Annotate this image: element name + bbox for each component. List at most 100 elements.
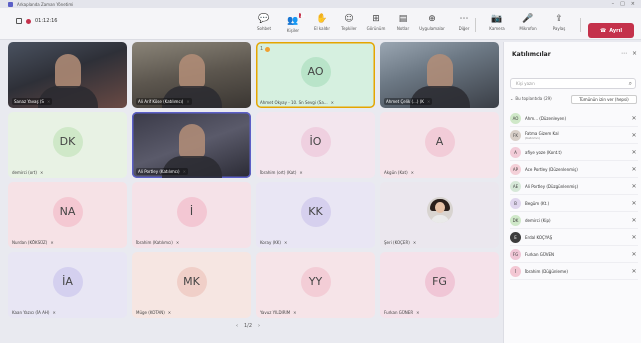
notes-button[interactable]: ▤ Notlar <box>391 14 415 32</box>
participant-tile[interactable]: A Akgün (Kat) ✕ <box>380 112 499 178</box>
mic-muted-icon[interactable]: ✕ <box>630 115 638 122</box>
avatar: İO <box>300 126 331 157</box>
toolbar-button-label: Sohbet <box>256 26 272 31</box>
participant-tile[interactable]: İ İbrahim (Katılımcı) ✕ <box>132 182 251 248</box>
participant-list-name: Erdal KOÇYAŞ <box>525 235 626 240</box>
participant-list-item[interactable]: B Begüm (Kt.) ✕ <box>510 195 638 212</box>
participant-list-item[interactable]: DK demirci (Kip) ✕ <box>510 212 638 229</box>
in-meeting-section[interactable]: ⌄ Bu toplantıda (29) <box>510 96 552 101</box>
participant-list-item[interactable]: AE Ali Portley (Düzgünlenmiş) ✕ <box>510 178 638 195</box>
camera-button[interactable]: 📷 Kamera <box>485 15 509 32</box>
mic-muted-icon[interactable]: ✕ <box>630 268 638 275</box>
avatar: NA <box>52 196 83 227</box>
mic-off-icon: ✕ <box>416 310 420 315</box>
prev-page-icon[interactable]: ‹ <box>236 323 238 329</box>
participant-list-item[interactable]: Aafiye yoze (Kont.t) ✕ <box>510 144 638 161</box>
participant-tile[interactable]: Ahmet Çelik (...) (K ✕ <box>380 42 499 108</box>
participant-list-name-text: Erdal KOÇYAŞ <box>525 234 553 240</box>
recording-icon <box>26 18 31 24</box>
chat-button[interactable]: 💬 Sohbet <box>252 14 276 32</box>
mic-button[interactable]: 🎤 Mikrofon <box>516 15 540 32</box>
participant-name: Nurdan (KÖKSÜZ) ✕ <box>12 240 123 245</box>
toolbar-button-label: Tepkiler <box>341 26 357 31</box>
participant-name-text: Akgün (Kat) <box>384 170 408 175</box>
share-button[interactable]: ⇪ Paylaş <box>547 14 571 32</box>
participant-tile[interactable]: AO 1 Ahmet Okyay - 10. Sn Sevgi (Sa... ✕ <box>256 42 375 108</box>
participant-list-name-text: Furkan GÜVEN <box>525 251 555 257</box>
participant-name-text: İbrahim (ort) (Kat) <box>260 170 297 175</box>
participant-list-name-text: Ahm... (Düzenleyen) <box>525 115 567 121</box>
mic-muted-icon[interactable]: ✕ <box>630 234 638 241</box>
people-icon: 👥 <box>287 16 299 26</box>
avatar: MK <box>176 266 207 297</box>
participant-tile[interactable]: Ali Portley (Katılımcı) ✕ <box>132 112 251 178</box>
mic-off-icon: ✕ <box>39 170 44 175</box>
participant-name-text: Sanaz Yavaş (S <box>14 99 44 104</box>
people-button[interactable]: 31 👥 Kişiler <box>281 13 305 33</box>
participant-tile[interactable]: İA Kaan Yazıcı (İA AH) ✕ <box>8 252 127 318</box>
mic-muted-icon[interactable]: ✕ <box>630 200 638 207</box>
participant-list-item[interactable]: İ İbrahim (Düğünleme) ✕ <box>510 263 638 280</box>
participant-list-item[interactable]: FG Furkan GÜVEN ✕ <box>510 246 638 263</box>
grid-icon[interactable] <box>16 18 22 24</box>
participants-panel: Katılımcılar ⋯ × Kişi yazın ⌕ ⌄ Bu topla… <box>503 42 641 343</box>
participant-list-item[interactable]: AP Ace Portley (Düzenlenmiş) ✕ <box>510 161 638 178</box>
participant-tile[interactable]: YY Yavuz YILDIRIM ✕ <box>256 252 375 318</box>
avatar: A <box>510 146 521 158</box>
mic-off-icon: ✕ <box>52 310 56 315</box>
window-controls: – □ × <box>612 1 641 7</box>
mic-off-icon: ✕ <box>182 169 186 174</box>
close-icon[interactable]: × <box>631 1 635 7</box>
next-page-icon[interactable]: › <box>258 323 260 329</box>
raise-hand-button[interactable]: ✋ El kaldır <box>310 14 334 32</box>
toolbar-separator <box>580 18 581 32</box>
participant-list-item[interactable]: E Erdal KOÇYAŞ ✕ <box>510 229 638 246</box>
participant-list-item[interactable]: FK Fatma Gizem Kal (Katılımcı) ✕ <box>510 127 638 144</box>
raise-hand-icon: ✋ <box>316 14 328 24</box>
more-button[interactable]: ⋯ Diğer <box>452 15 476 32</box>
leave-button[interactable]: ☎ Ayrıl <box>588 23 634 38</box>
toolbar-button-label: El kaldır <box>313 26 330 31</box>
window-titlebar: Arkaplanda Zaman Yönetimi – □ × <box>0 0 641 8</box>
avatar: E <box>510 231 521 243</box>
avatar: AE <box>510 180 521 192</box>
maximize-icon[interactable]: □ <box>620 1 625 7</box>
chat-icon: 💬 <box>258 14 270 24</box>
participant-video <box>178 123 205 158</box>
mic-muted-icon[interactable]: ✕ <box>630 149 638 156</box>
participant-tile[interactable]: NA Nurdan (KÖKSÜZ) ✕ <box>8 182 127 248</box>
apps-icon: ⊕ <box>428 14 436 24</box>
apps-button[interactable]: ⊕ Uygulamalar <box>419 14 445 32</box>
participant-tile[interactable]: Şeri (KOÇER) ✕ <box>380 182 499 248</box>
participant-tile[interactable]: Ali Arif Köse (Katılımcı) ✕ <box>132 42 251 108</box>
hand-raised-icon <box>265 46 271 52</box>
participant-list-item[interactable]: AO Ahm... (Düzenleyen) ✕ <box>510 110 638 127</box>
participant-tile[interactable]: FG Furkan GÜNER ✕ <box>380 252 499 318</box>
more-options-icon[interactable]: ⋯ <box>621 50 627 57</box>
mic-muted-icon[interactable]: ✕ <box>630 217 638 224</box>
participant-tile[interactable]: İO İbrahim (ort) (Kat) ✕ <box>256 112 375 178</box>
participant-name-text: demirci (ort) <box>12 170 37 175</box>
participant-tile[interactable]: KK Koray (KK) ✕ <box>256 182 375 248</box>
mic-muted-icon[interactable]: ✕ <box>630 183 638 190</box>
participant-tile[interactable]: Sanaz Yavaş (S ✕ <box>8 42 127 108</box>
notes-icon: ▤ <box>398 14 408 24</box>
mic-muted-icon[interactable]: ✕ <box>630 132 638 139</box>
minimize-icon[interactable]: – <box>612 1 615 7</box>
participant-name: Ahmet Okyay - 10. Sn Sevgi (Sa... ✕ <box>260 100 371 105</box>
participant-name-text: Kaan Yazıcı (İA AH) <box>12 310 50 315</box>
mic-off-icon: ✕ <box>299 170 303 175</box>
mic-muted-icon[interactable]: ✕ <box>630 166 638 173</box>
share-icon: ⇪ <box>555 14 563 24</box>
admit-all-button[interactable]: Tümünün izin ver (hepsi) <box>571 95 637 104</box>
mic-muted-icon[interactable]: ✕ <box>630 251 638 258</box>
close-panel-icon[interactable]: × <box>632 50 637 57</box>
participant-search-input[interactable]: Kişi yazın ⌕ <box>510 78 636 89</box>
view-button[interactable]: ⊞ Görünüm <box>364 15 388 32</box>
participant-list-name: demirci (Kip) <box>525 218 626 223</box>
panel-title: Katılımcılar <box>512 51 551 58</box>
reactions-button[interactable]: ☺ Tepkiler <box>337 15 361 32</box>
participant-tile[interactable]: DK demirci (ort) ✕ <box>8 112 127 178</box>
avatar-photo <box>426 196 453 223</box>
participant-tile[interactable]: MK Müge (KOTAN) ✕ <box>132 252 251 318</box>
